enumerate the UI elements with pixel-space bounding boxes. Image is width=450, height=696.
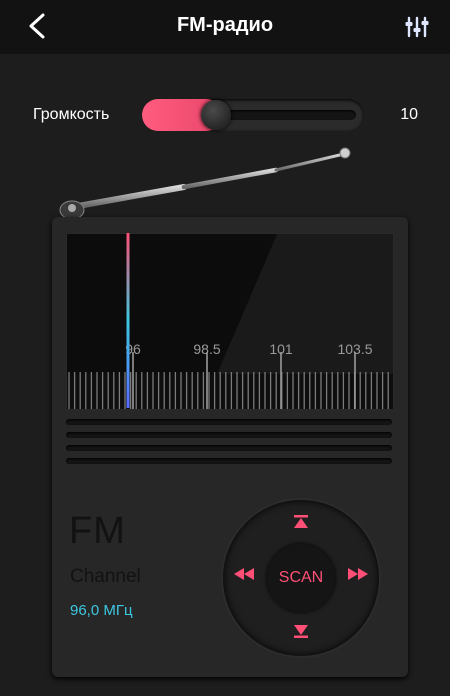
fast-forward-icon[interactable] — [346, 566, 370, 582]
scan-button[interactable]: SCAN — [267, 544, 335, 612]
speaker-grille-line — [66, 419, 392, 425]
volume-thumb[interactable] — [201, 100, 232, 130]
volume-slider[interactable] — [142, 99, 364, 131]
channel-label: Channel — [70, 566, 141, 587]
seek-up-icon[interactable] — [291, 513, 311, 533]
seek-down-icon[interactable] — [291, 620, 311, 640]
equalizer-sliders-icon[interactable] — [404, 15, 430, 39]
tuning-needle — [126, 233, 130, 408]
speaker-grille-line — [66, 445, 392, 451]
volume-label: Громкость — [33, 106, 110, 123]
volume-value: 10 — [400, 106, 418, 123]
band-label: FM — [69, 510, 126, 552]
current-frequency: 96,0 МГц — [70, 602, 133, 619]
speaker-grille-line — [66, 432, 392, 438]
tuning-dial[interactable]: 96 98.5 101 103.5 — [66, 233, 394, 410]
app-header: FM-радио — [0, 0, 450, 54]
page-title: FM-радио — [176, 14, 274, 36]
fast-rewind-icon[interactable] — [232, 566, 256, 582]
speaker-grille-line — [66, 458, 392, 464]
frequency-scale — [68, 352, 389, 409]
antenna-graphic — [59, 147, 351, 220]
